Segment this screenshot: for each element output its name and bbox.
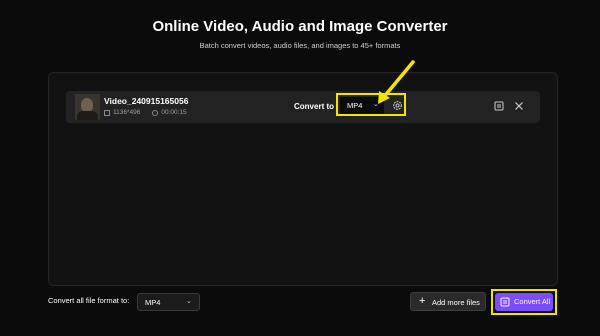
plus-icon: + [419,295,426,307]
resolution-icon [104,109,110,116]
compress-icon[interactable] [493,100,505,112]
arrow-pointer [378,60,415,104]
add-more-files-button[interactable]: + Add more files [410,292,486,311]
file-meta: 1136*496 00:00:15 [104,109,187,116]
convert-to-label: Convert to [294,102,334,111]
page-subtitle: Batch convert videos, audio files, and i… [199,41,401,50]
close-icon[interactable] [513,100,525,112]
convert-all-format-select[interactable]: MP4 ⌄ [137,293,200,311]
file-resolution: 1136*496 [113,109,141,116]
convert-all-format-value: MP4 [145,298,161,307]
file-duration: 00:00:15 [161,109,187,116]
add-more-files-label: Add more files [432,298,480,307]
file-thumbnail [75,94,100,120]
convert-all-format-label: Convert all file format to: [48,296,130,305]
clock-icon [152,109,159,116]
file-name: Video_240915165056 [104,96,189,106]
convert-all-button[interactable]: Convert All [495,293,553,311]
chevron-down-icon: ⌄ [186,298,192,305]
convert-icon [500,297,510,307]
page-title: Online Video, Audio and Image Converter [152,18,448,35]
convert-all-label: Convert All [514,297,551,306]
